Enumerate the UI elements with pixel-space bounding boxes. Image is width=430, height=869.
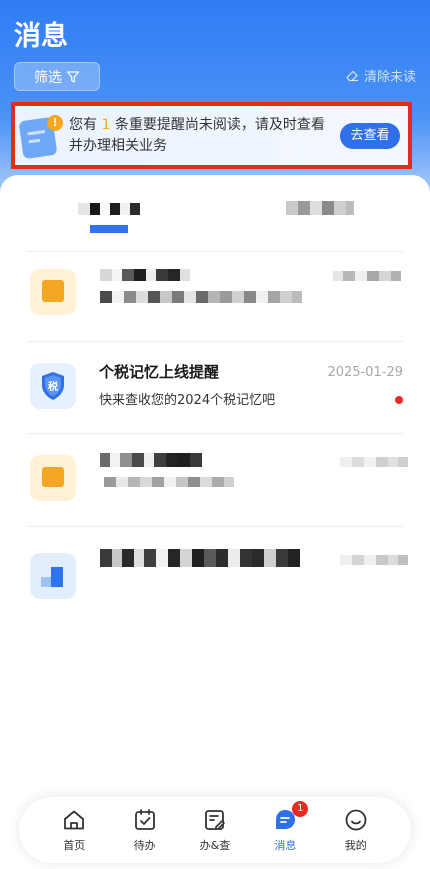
handle-query-icon	[205, 810, 225, 830]
obscured-date	[333, 271, 401, 281]
tab-home-label: 首页	[63, 839, 86, 852]
divider	[27, 526, 403, 527]
tab-profile[interactable]: 我的	[327, 807, 385, 853]
divider	[27, 341, 403, 342]
tab-home[interactable]: 首页	[45, 807, 103, 853]
message-badge: 1	[292, 801, 309, 817]
todo-icon	[134, 809, 155, 830]
divider	[27, 433, 403, 434]
bottom-tab-bar: 首页 待办 办&查 1 消息 我的	[19, 797, 411, 863]
filter-button[interactable]: 筛选	[14, 62, 100, 91]
filter-label: 筛选	[34, 69, 62, 86]
obscured-tag	[90, 225, 128, 233]
page-title: 消息	[14, 21, 68, 52]
notice-text: 您有 1 条重要提醒尚未阅读，请及时查看并办理相关业务	[69, 116, 325, 154]
eraser-icon	[346, 70, 358, 82]
tab-todo-label: 待办	[133, 839, 156, 852]
message-list: 税 个税记忆上线提醒 快来查收您的2024个税记忆吧 2025-01-29	[0, 175, 430, 795]
folder-icon	[30, 269, 76, 315]
folder-icon	[30, 455, 76, 501]
unread-dot	[395, 396, 403, 404]
obscured-title	[100, 269, 190, 281]
message-subtitle: 快来查收您的2024个税记忆吧	[99, 393, 276, 408]
home-icon	[64, 810, 85, 830]
list-item-obscured[interactable]	[0, 253, 430, 343]
obscured-title	[100, 453, 202, 467]
obscured-date	[340, 555, 408, 565]
obscured-subtitle	[104, 477, 234, 487]
list-item-obscured[interactable]	[0, 437, 430, 527]
view-notice-button[interactable]: 去查看	[340, 122, 400, 149]
tax-shield-icon: 税	[30, 363, 76, 409]
message-date: 2025-01-29	[327, 365, 403, 380]
list-item-message[interactable]: 税 个税记忆上线提醒 快来查收您的2024个税记忆吧 2025-01-29	[0, 345, 430, 435]
tab-todo[interactable]: 待办	[116, 807, 174, 853]
profile-icon	[345, 809, 367, 831]
obscured-date	[286, 201, 354, 215]
tab-messages[interactable]: 1 消息	[256, 801, 314, 853]
clear-unread-label: 清除未读	[363, 70, 416, 85]
obscured-date	[340, 457, 408, 467]
svg-text:税: 税	[48, 380, 58, 393]
tab-handle-query-label: 办&查	[199, 839, 231, 852]
tab-handle-query[interactable]: 办&查	[186, 807, 244, 853]
list-item-obscured[interactable]	[0, 531, 430, 621]
filter-icon	[66, 70, 80, 83]
obscured-text	[78, 203, 140, 215]
divider	[27, 251, 403, 252]
clear-unread-button[interactable]: 清除未读	[345, 66, 416, 85]
document-icon	[30, 553, 76, 599]
tab-profile-label: 我的	[344, 839, 367, 852]
notice-document-icon: !	[18, 113, 65, 159]
obscured-title	[100, 549, 300, 567]
message-title: 个税记忆上线提醒	[99, 363, 220, 381]
obscured-subtitle	[100, 291, 302, 303]
tab-messages-label: 消息	[274, 839, 297, 852]
important-notice-banner[interactable]: ! 您有 1 条重要提醒尚未阅读，请及时查看并办理相关业务 去查看	[11, 102, 412, 169]
